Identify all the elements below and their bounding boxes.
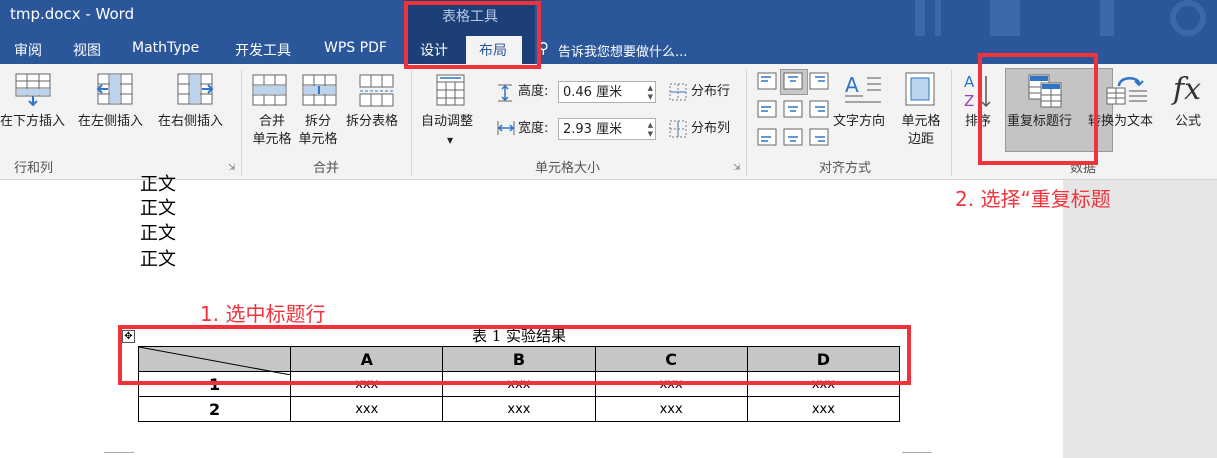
dialog-launcher-icon[interactable]: ⇲ — [228, 163, 236, 173]
svg-text:A: A — [845, 73, 859, 97]
column-width-icon — [497, 121, 515, 135]
annotation-box-repeat-header — [978, 53, 1098, 165]
table-cell[interactable]: xxx — [290, 396, 444, 422]
window-title: tmp.docx - Word — [10, 5, 135, 23]
distribute-rows-button[interactable]: 分布行 — [691, 83, 730, 101]
insert-left-icon — [96, 73, 133, 105]
distribute-rows-icon — [669, 83, 687, 101]
group-label-alignment: 对齐方式 — [819, 161, 872, 176]
group-separator — [951, 70, 952, 176]
spin-down-icon[interactable]: ▼ — [648, 130, 653, 138]
text-direction-icon: A — [845, 73, 881, 103]
distribute-columns-button[interactable]: 分布列 — [691, 120, 730, 138]
table-row[interactable]: 2 xxx xxx xxx xxx — [137, 396, 901, 422]
insert-left-button[interactable]: 在左侧插入 — [78, 113, 143, 131]
group-separator — [241, 70, 242, 176]
group-label-cell-size: 单元格大小 — [535, 161, 601, 176]
column-width-value: 2.93 厘米 — [563, 122, 623, 137]
title-decoration — [915, 0, 925, 36]
annotation-box-header-row — [118, 325, 911, 385]
width-label: 宽度: — [518, 121, 549, 136]
text-direction-button[interactable]: 文字方向 — [833, 113, 885, 131]
cell-margins-label-2: 边距 — [907, 132, 934, 147]
split-table-button[interactable]: 拆分表格 — [346, 113, 398, 131]
insert-below-icon — [15, 73, 51, 107]
page-corner-mark — [104, 452, 134, 453]
cell-margins-label-1: 单元格 — [901, 114, 941, 129]
tab-mathtype[interactable]: MathType — [132, 40, 199, 56]
merge-cells-icon — [252, 74, 287, 106]
group-label-rows-cols: 行和列 — [14, 161, 54, 176]
distribute-columns-icon — [669, 120, 687, 138]
title-decoration — [990, 0, 1020, 36]
formula-button[interactable]: 公式 — [1175, 113, 1201, 131]
body-text-line: 正文 — [140, 174, 176, 195]
table-cell[interactable]: xxx — [442, 396, 596, 422]
split-cells-label-1: 拆分 — [304, 114, 331, 129]
column-width-spinner[interactable]: 2.93 厘米 ▲ ▼ — [558, 118, 656, 140]
autofit-button[interactable]: 自动调整 — [421, 113, 473, 131]
tab-view[interactable]: 视图 — [73, 40, 101, 60]
cell-margins-button[interactable]: 单元格 边距 — [898, 113, 944, 149]
title-decoration — [1170, 0, 1206, 36]
svg-text:A: A — [964, 73, 975, 91]
row-number-cell[interactable]: 2 — [137, 396, 292, 422]
group-separator — [411, 70, 412, 176]
title-decoration — [1100, 0, 1114, 36]
autofit-icon — [436, 74, 465, 106]
merge-cells-label-1: 合并 — [258, 114, 285, 129]
alignment-grid-icon[interactable] — [757, 72, 831, 148]
document-side-margin — [1063, 180, 1217, 458]
group-separator — [746, 70, 747, 176]
insert-right-icon — [177, 73, 214, 105]
row-height-spinner[interactable]: 0.46 厘米 ▲ ▼ — [558, 81, 656, 103]
convert-to-text-icon — [1106, 77, 1147, 105]
autofit-dropdown-icon[interactable]: ▼ — [447, 132, 453, 150]
row-height-value: 0.46 厘米 — [563, 85, 623, 100]
annotation-step-2: 2. 选择“重复标题 — [955, 187, 1111, 211]
group-label-merge: 合并 — [313, 161, 340, 176]
row-height-icon — [498, 84, 512, 102]
split-table-icon — [359, 74, 394, 107]
spin-up-icon[interactable]: ▲ — [648, 121, 653, 129]
merge-cells-button[interactable]: 合并 单元格 — [252, 113, 292, 149]
cell-margins-icon — [905, 72, 935, 106]
dialog-launcher-icon[interactable]: ⇲ — [733, 163, 741, 173]
insert-right-button[interactable]: 在右侧插入 — [158, 113, 223, 131]
tab-wps-pdf[interactable]: WPS PDF — [324, 40, 387, 56]
title-bar — [0, 0, 1217, 36]
annotation-box-layout-tab — [404, 1, 541, 69]
split-cells-button[interactable]: 拆分 单元格 — [298, 113, 338, 149]
merge-cells-label-2: 单元格 — [252, 132, 292, 147]
insert-below-button[interactable]: 在下方插入 — [0, 113, 65, 131]
table-cell[interactable]: xxx — [594, 396, 748, 422]
table-cell[interactable]: xxx — [746, 396, 901, 422]
spin-down-icon[interactable]: ▼ — [648, 93, 653, 101]
split-cells-icon — [302, 74, 337, 106]
tab-developer[interactable]: 开发工具 — [235, 40, 291, 60]
body-text-line: 正文 — [140, 198, 176, 219]
split-cells-label-2: 单元格 — [298, 132, 338, 147]
svg-text:Z: Z — [964, 92, 974, 110]
title-decoration — [935, 0, 941, 36]
spin-up-icon[interactable]: ▲ — [648, 84, 653, 92]
page-corner-mark — [902, 452, 932, 453]
tab-review[interactable]: 审阅 — [14, 40, 42, 60]
body-text-line: 正文 — [140, 223, 176, 244]
formula-icon: fx — [1173, 72, 1202, 107]
body-text-line: 正文 — [140, 249, 176, 270]
tell-me-search[interactable]: 告诉我您想要做什么... — [558, 41, 687, 60]
annotation-step-1: 1. 选中标题行 — [200, 302, 326, 326]
height-label: 高度: — [518, 84, 549, 99]
